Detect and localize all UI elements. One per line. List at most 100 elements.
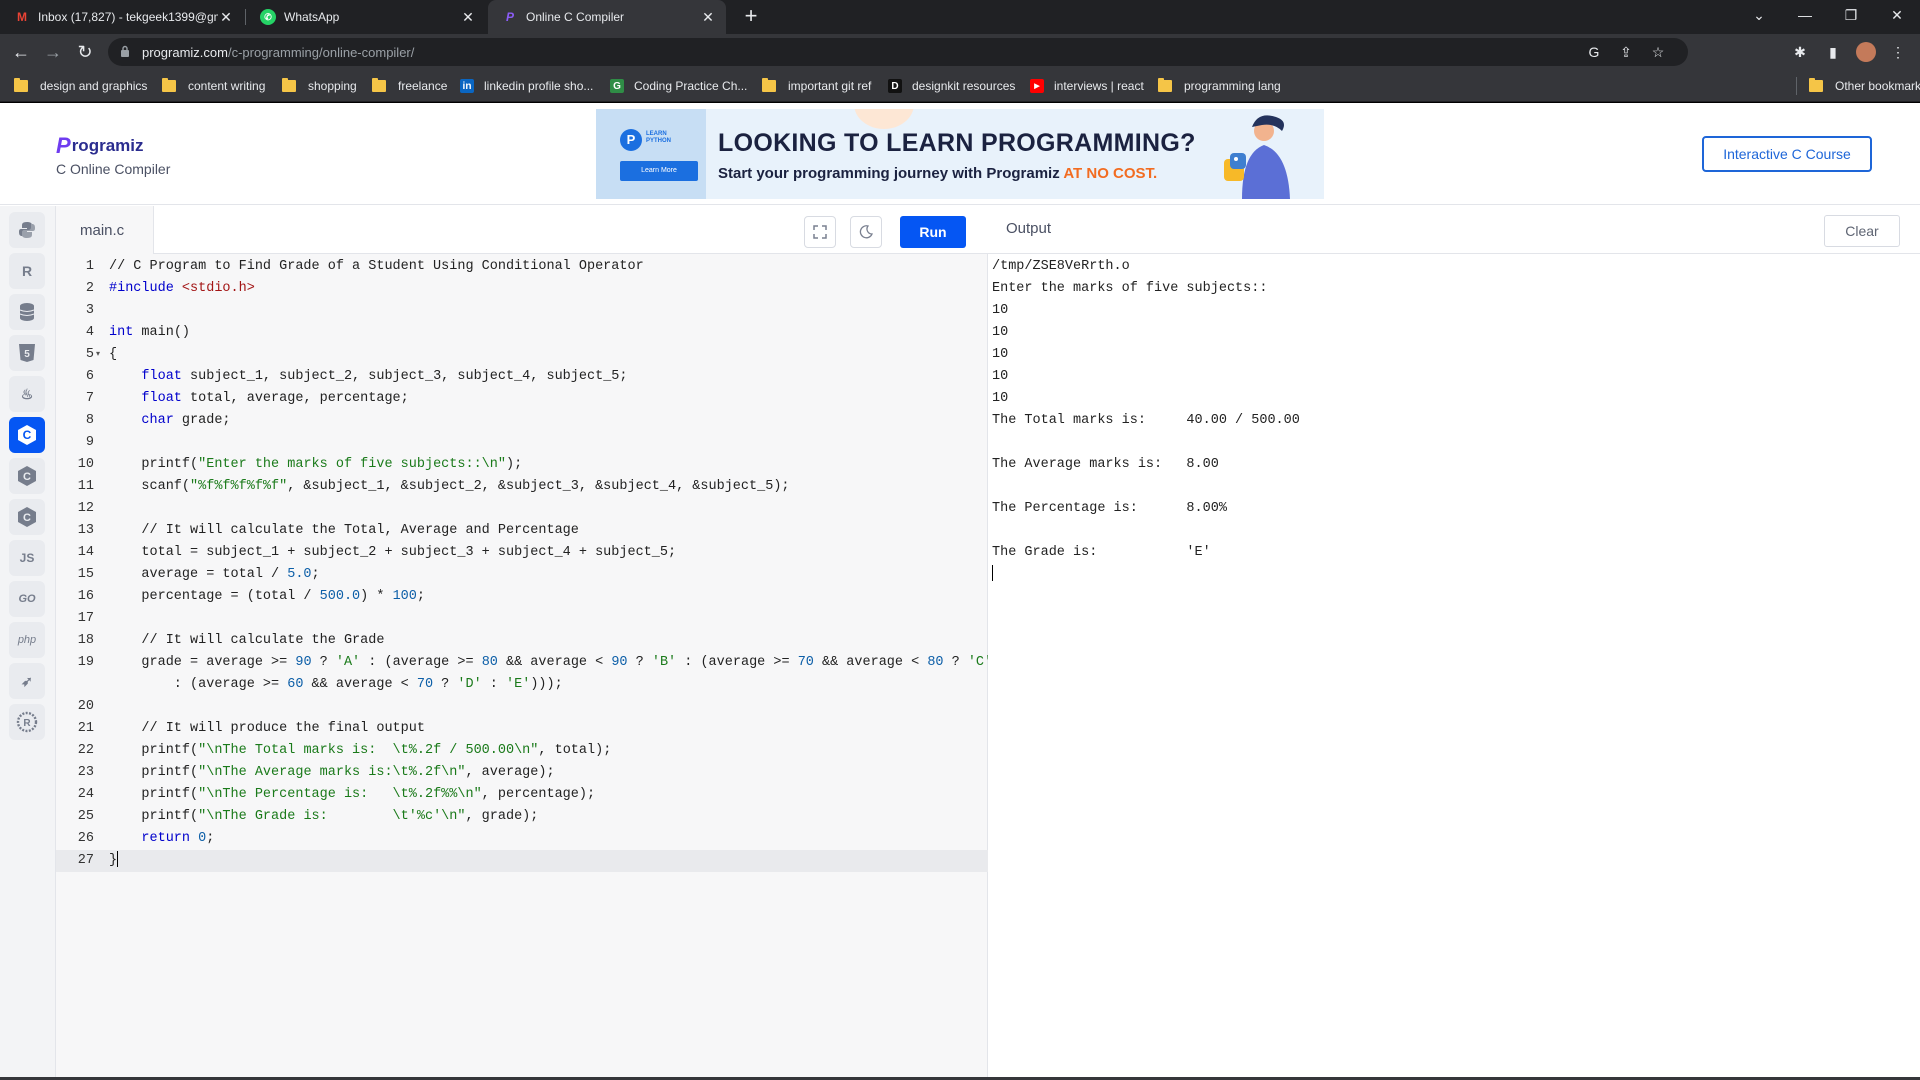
gmail-icon: M (17, 10, 27, 24)
svg-text:C: C (23, 471, 31, 483)
fullscreen-icon[interactable] (804, 216, 836, 248)
output-line: The Average marks is: 8.00 (992, 457, 1219, 472)
forward-icon[interactable]: → (40, 40, 66, 64)
tab-title: Online C Compiler (526, 10, 625, 24)
file-tab-main-c[interactable]: main.c (56, 206, 154, 254)
minimize-icon[interactable]: — (1782, 0, 1828, 30)
back-icon[interactable]: ← (8, 40, 34, 64)
menu-icon[interactable]: ⋮ (1888, 42, 1908, 62)
cpp-icon[interactable]: C (9, 458, 45, 494)
programiz-logo[interactable]: Programiz (56, 133, 143, 159)
code-line: 17 (77, 611, 94, 626)
bookmark-programming-lang[interactable]: programming lang (1158, 77, 1281, 95)
php-icon[interactable]: php (9, 622, 45, 658)
bookmark-star-icon[interactable]: ☆ (1650, 44, 1666, 60)
c-icon[interactable]: C (9, 417, 45, 453)
code-line: 24 printf("\nThe Percentage is: \t%.2f%%… (77, 787, 596, 802)
code-line: 19 grade = average >= 90 ? 'A' : (averag… (77, 655, 993, 692)
profile-avatar[interactable] (1856, 42, 1876, 62)
interactive-c-course-button[interactable]: Interactive C Course (1702, 136, 1872, 172)
svg-text:C: C (23, 512, 31, 524)
folder-icon (162, 78, 176, 92)
bookmark-designkit-resources[interactable]: Ddesignkit resources (888, 77, 1015, 95)
output-line: 10 (992, 303, 1009, 318)
bookmark-shopping[interactable]: shopping (282, 77, 357, 95)
rust-icon[interactable]: R (9, 704, 45, 740)
site-header: Programiz C Online Compiler P LEARN PYTH… (0, 103, 1920, 205)
code-area[interactable]: 1// C Program to Find Grade of a Student… (56, 256, 993, 872)
address-bar[interactable]: programiz.com/c-programming/online-compi… (108, 38, 1688, 66)
html5-icon[interactable]: 5 (9, 335, 45, 371)
bookmark-content-writing[interactable]: content writing (162, 77, 265, 95)
share-icon[interactable]: ⇪ (1618, 44, 1634, 60)
restore-icon[interactable]: ❐ (1828, 0, 1874, 30)
fold-arrow-icon[interactable]: ▾ (96, 344, 100, 366)
output-input-cursor (992, 564, 1300, 586)
language-sidebar: R 5 ♨ C C C JS GO php ➶ R (0, 206, 56, 1080)
folder-icon (372, 78, 386, 92)
svg-text:5: 5 (24, 349, 30, 360)
code-line: 18 // It will calculate the Grade (77, 633, 385, 648)
close-icon[interactable]: ✕ (218, 9, 234, 26)
go-icon[interactable]: GO (9, 581, 45, 617)
code-line: 20 (77, 699, 94, 714)
swift-icon[interactable]: ➶ (9, 663, 45, 699)
new-tab-button[interactable]: + (738, 4, 764, 30)
folder-icon (282, 78, 296, 92)
tab-title: Inbox (17,827) - tekgeek1399@gm (38, 10, 218, 24)
output-console[interactable]: /tmp/ZSE8VeRrth.o Enter the marks of fiv… (992, 256, 1300, 586)
page-subtitle: C Online Compiler (56, 161, 171, 177)
text-cursor (117, 851, 119, 868)
whatsapp-icon: ✆ (260, 9, 276, 25)
side-panel-icon[interactable]: ▮ (1823, 42, 1843, 62)
youtube-icon: ▶ (1030, 79, 1044, 93)
output-line: The Grade is: 'E' (992, 545, 1211, 560)
folder-icon (1809, 78, 1823, 92)
extensions-icon[interactable]: ✱ (1790, 42, 1810, 62)
learn-more-button[interactable]: Learn More (620, 161, 698, 181)
badge-text: LEARN PYTHON (646, 131, 672, 144)
ad-banner[interactable]: P LEARN PYTHON Learn More LOOKING TO LEA… (596, 109, 1324, 199)
tab-online-c-compiler[interactable]: P Online C Compiler ✕ (488, 0, 726, 34)
code-line: 11 scanf("%f%f%f%f%f", &subject_1, &subj… (77, 479, 790, 494)
output-line: /tmp/ZSE8VeRrth.o (992, 259, 1130, 274)
reload-icon[interactable]: ↻ (72, 40, 98, 64)
tab-search-icon[interactable]: ⌄ (1736, 0, 1782, 30)
bookmark-coding-practice[interactable]: G Coding Practice Ch... (610, 77, 747, 95)
bookmark-freelance[interactable]: freelance (372, 77, 447, 95)
code-line-current: 27} (56, 850, 988, 872)
clear-button[interactable]: Clear (1824, 215, 1900, 247)
programiz-icon: P (505, 10, 514, 24)
sql-icon[interactable] (9, 294, 45, 330)
java-icon[interactable]: ♨ (9, 376, 45, 412)
google-icon[interactable]: G (1586, 44, 1602, 60)
code-line: 25 printf("\nThe Grade is: \t'%c'\n", gr… (77, 809, 539, 824)
bookmark-design-and-graphics[interactable]: design and graphics (14, 77, 147, 95)
csharp-icon[interactable]: C (9, 499, 45, 535)
tab-whatsapp[interactable]: ✆ WhatsApp ✕ (246, 0, 486, 34)
window-close-icon[interactable]: ✕ (1874, 0, 1920, 30)
code-line: 9 (85, 435, 94, 450)
linkedin-icon: in (460, 79, 474, 93)
tab-gmail[interactable]: M Inbox (17,827) - tekgeek1399@gm ✕ (0, 0, 244, 34)
javascript-icon[interactable]: JS (9, 540, 45, 576)
code-line: 4 int main() (85, 325, 191, 340)
bookmark-important-git-ref[interactable]: important git ref (762, 77, 871, 95)
code-line: 22 printf("\nThe Total marks is: \t%.2f … (77, 743, 612, 758)
coding-icon: G (610, 79, 624, 93)
dark-mode-moon-icon[interactable] (850, 216, 882, 248)
r-icon[interactable]: R (9, 253, 45, 289)
folder-icon (1158, 78, 1172, 92)
python-icon[interactable] (9, 212, 45, 248)
code-line: 13 // It will calculate the Total, Avera… (77, 523, 579, 538)
code-line: 7 float total, average, percentage; (85, 391, 409, 406)
close-icon[interactable]: ✕ (460, 9, 476, 26)
bookmark-interviews-react[interactable]: ▶ interviews | react (1030, 77, 1144, 95)
lock-icon (121, 45, 129, 57)
bookmark-linkedin[interactable]: in linkedin profile sho... (460, 77, 593, 95)
d-icon: D (888, 79, 902, 93)
other-bookmarks[interactable]: Other bookmarks (1796, 77, 1920, 95)
run-button[interactable]: Run (900, 216, 966, 248)
close-icon[interactable]: ✕ (700, 9, 716, 26)
code-line: 3 (85, 303, 94, 318)
